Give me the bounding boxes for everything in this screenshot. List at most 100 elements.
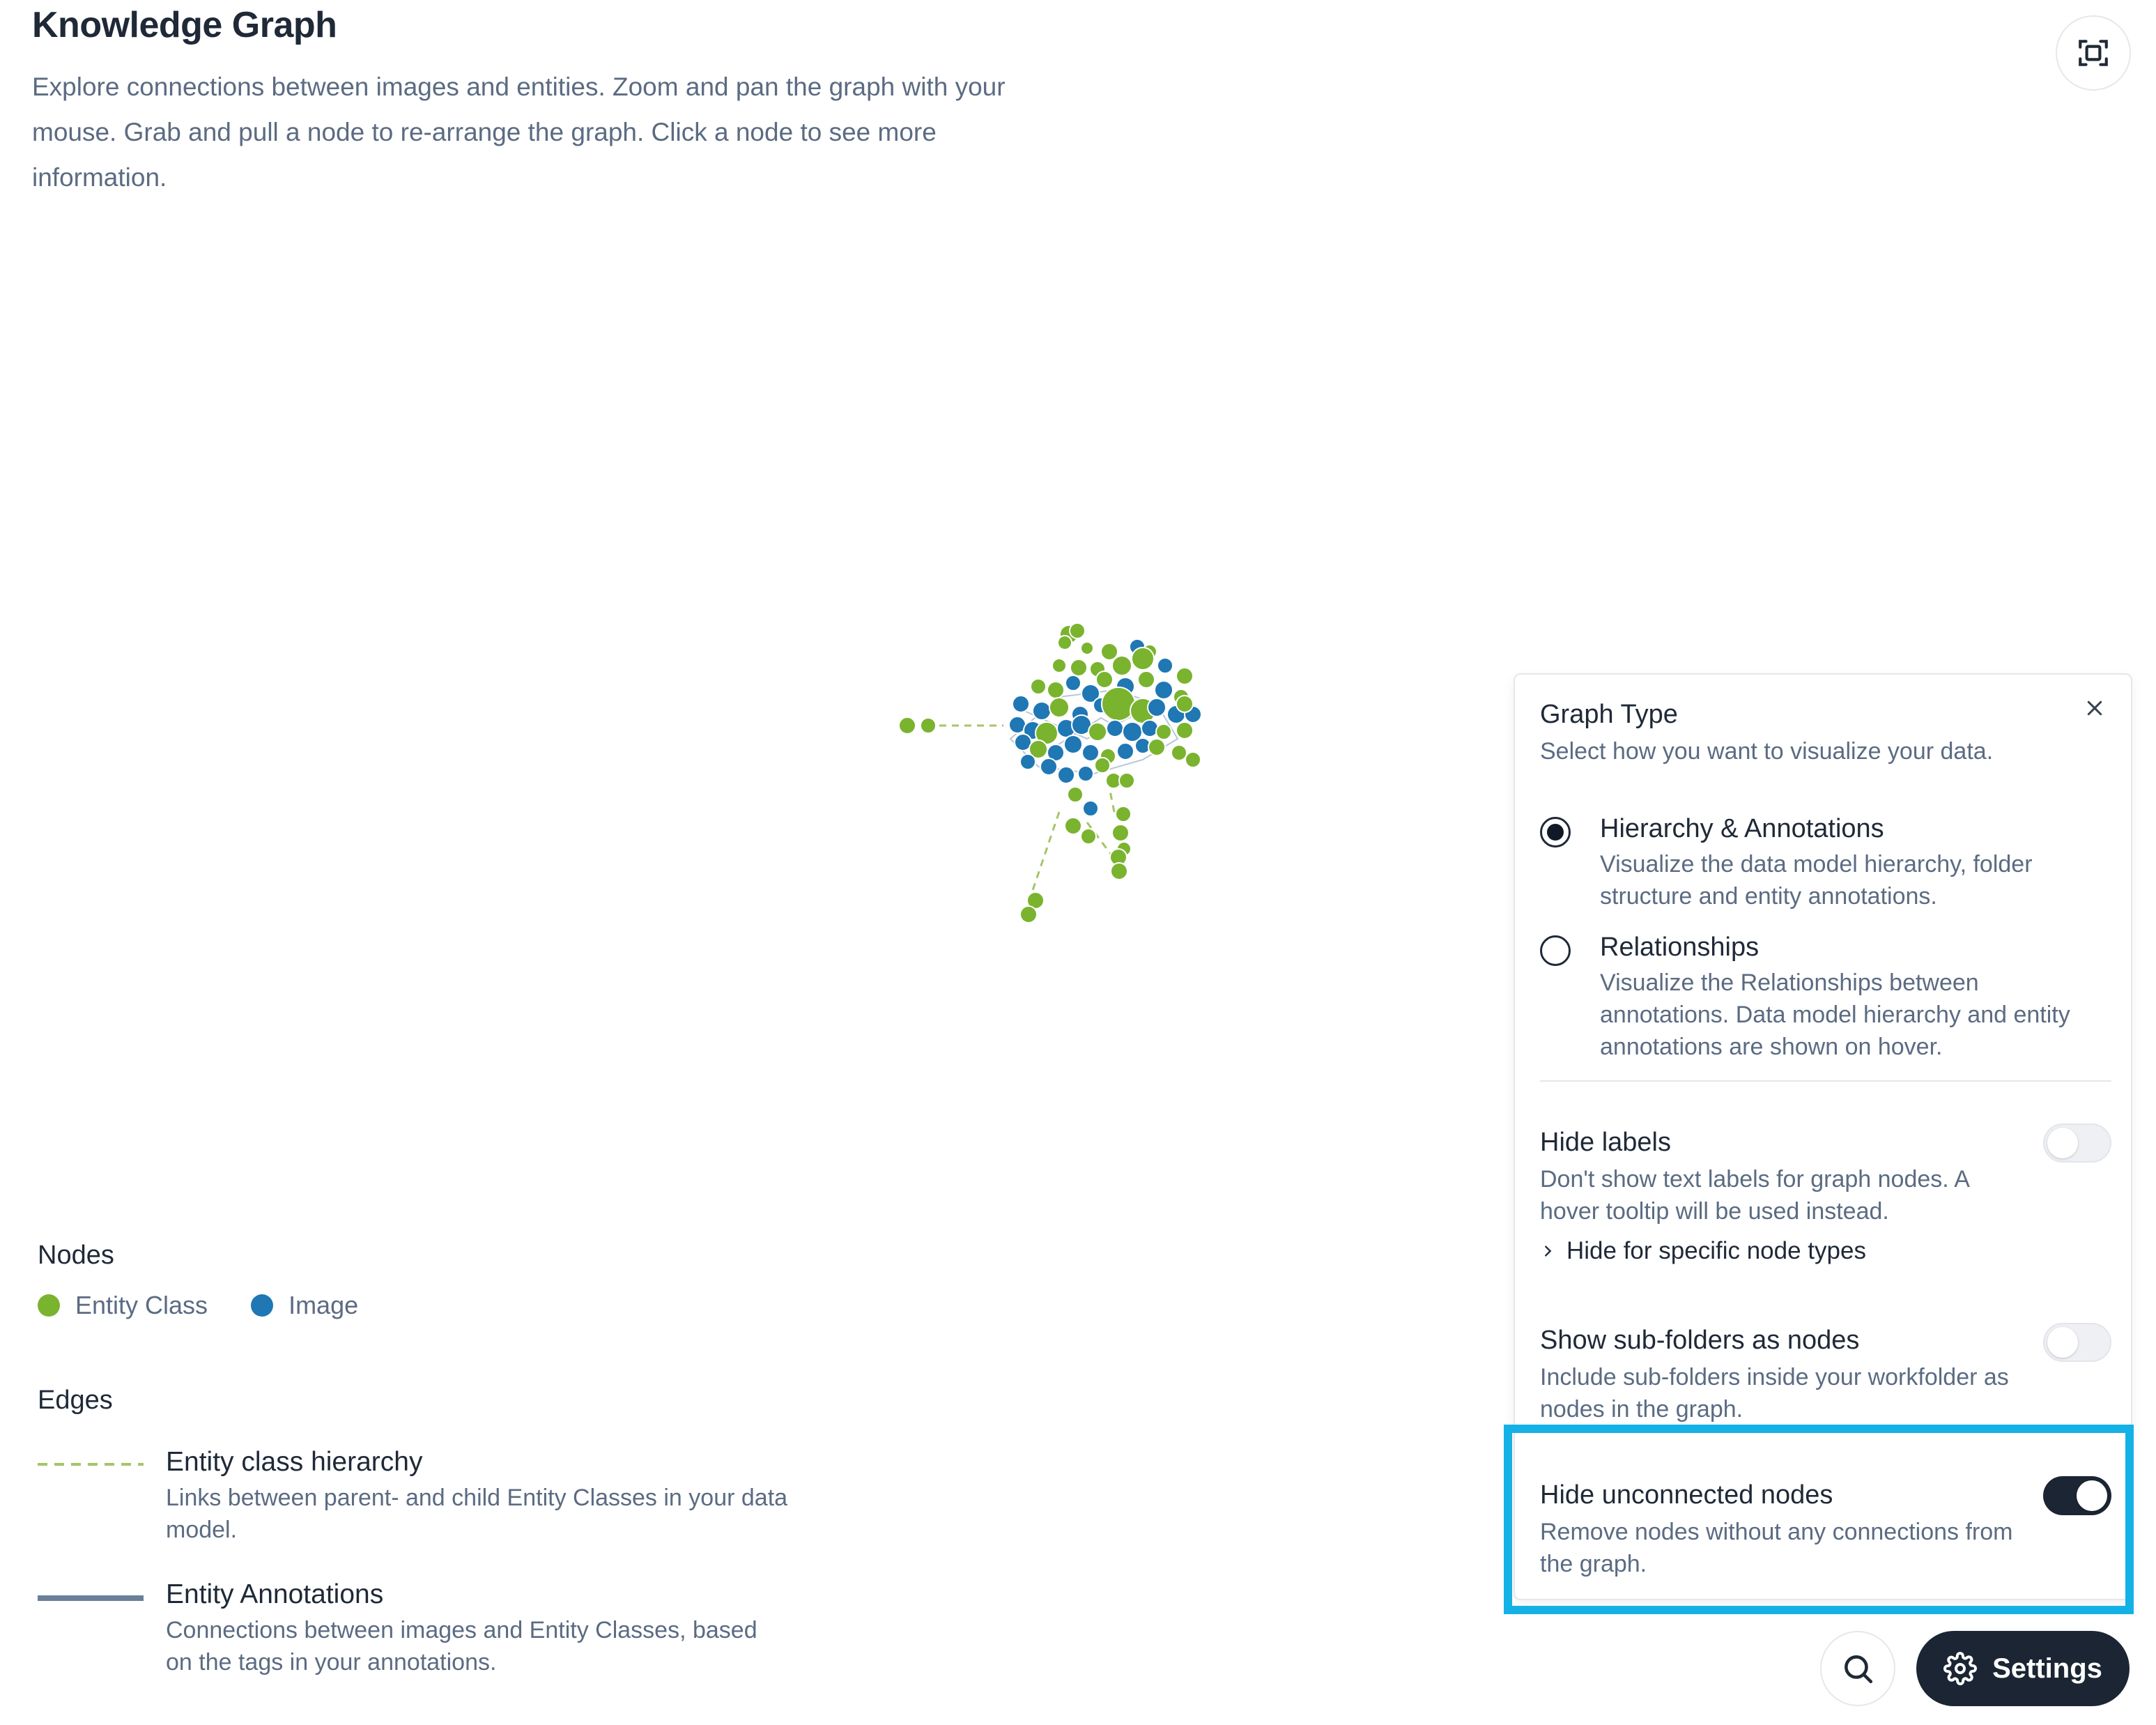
edge-title: Entity class hierarchy (166, 1447, 423, 1477)
show-subfolders-title: Show sub-folders as nodes (1540, 1326, 1860, 1355)
image-node[interactable] (1141, 719, 1159, 737)
entity-class-node[interactable] (1064, 817, 1082, 835)
entity-class-node[interactable] (1171, 744, 1187, 761)
knowledge-graph-canvas[interactable] (864, 599, 1226, 934)
image-node[interactable] (1063, 735, 1083, 754)
entity-class-node[interactable] (1069, 622, 1086, 639)
edge-description: Links between parent- and child Entity C… (166, 1485, 788, 1543)
settings-button[interactable]: Settings (1916, 1631, 2130, 1706)
legend-node-image: Image (251, 1291, 358, 1320)
entity-class-node[interactable] (1052, 658, 1067, 673)
show-subfolders-toggle[interactable] (2043, 1323, 2111, 1362)
entity-class-dot-icon (38, 1294, 60, 1317)
settings-button-label: Settings (1992, 1653, 2102, 1684)
image-node[interactable] (1157, 657, 1173, 674)
entity-class-node[interactable] (1176, 695, 1194, 713)
entity-class-node[interactable] (1088, 722, 1107, 742)
option-title: Relationships (1600, 933, 1760, 962)
radio-selected-dot (1547, 824, 1564, 841)
entity-class-node[interactable] (1030, 678, 1047, 695)
hide-labels-title: Hide labels (1540, 1128, 1671, 1157)
option-description: Visualize the data model hierarchy, fold… (1600, 851, 2033, 910)
legend-nodes-heading: Nodes (38, 1241, 114, 1270)
image-node[interactable] (1116, 742, 1134, 760)
show-subfolders-setting: Show sub-folders as nodes Include sub-fo… (1540, 1323, 2111, 1425)
entity-class-node[interactable] (1080, 641, 1094, 655)
image-node[interactable] (1057, 766, 1075, 784)
solid-line-icon (38, 1595, 144, 1601)
legend-node-label: Entity Class (75, 1291, 208, 1319)
option-description: Visualize the Relationships between anno… (1600, 969, 2070, 1060)
hide-labels-setting: Hide labels Don't show text labels for g… (1540, 1124, 2111, 1265)
entity-class-node[interactable] (1100, 643, 1118, 661)
entity-class-node[interactable] (920, 717, 937, 734)
image-node[interactable] (1012, 695, 1030, 713)
edge-description: Connections between images and Entity Cl… (166, 1617, 757, 1676)
search-button[interactable] (1820, 1631, 1895, 1706)
page-title: Knowledge Graph (32, 5, 337, 45)
image-node[interactable] (1032, 701, 1052, 721)
image-node[interactable] (1077, 765, 1094, 782)
option-title: Hierarchy & Annotations (1600, 814, 1884, 843)
hide-specific-node-types-link[interactable]: Hide for specific node types (1540, 1237, 2028, 1265)
gear-icon (1943, 1652, 1978, 1685)
image-node[interactable] (1154, 680, 1173, 700)
image-node[interactable] (1065, 675, 1081, 691)
hide-labels-description: Don't show text labels for graph nodes. … (1540, 1166, 1969, 1225)
entity-class-node[interactable] (1049, 697, 1070, 718)
entity-class-node[interactable] (1148, 738, 1166, 756)
toggle-knob (2047, 1128, 2078, 1158)
hide-specific-node-types-label: Hide for specific node types (1566, 1237, 1866, 1264)
entity-class-node[interactable] (1080, 828, 1097, 845)
entity-class-node[interactable] (1131, 647, 1155, 670)
radio-button[interactable] (1540, 935, 1571, 966)
image-node[interactable] (1019, 753, 1036, 770)
graph-type-section: Graph Type Select how you want to visual… (1540, 700, 2111, 1060)
chevron-right-icon (1545, 1245, 1552, 1257)
hide-labels-toggle[interactable] (2043, 1124, 2111, 1163)
entity-class-node[interactable] (1118, 772, 1135, 789)
page-description: Explore connections between images and e… (32, 72, 1006, 192)
entity-class-node[interactable] (1101, 687, 1136, 721)
toggle-knob (2047, 1327, 2078, 1358)
image-node[interactable] (1081, 744, 1100, 762)
entity-class-node[interactable] (1155, 723, 1172, 740)
entity-class-node[interactable] (1110, 862, 1128, 880)
search-icon (1845, 1655, 1873, 1684)
image-node[interactable] (1082, 800, 1099, 817)
graph-type-title: Graph Type (1540, 700, 1678, 729)
entity-class-node[interactable] (1095, 670, 1114, 689)
show-subfolders-description: Include sub-folders inside your workfold… (1540, 1364, 2009, 1423)
legend-node-list: Entity Class Image (38, 1291, 401, 1320)
image-dot-icon (251, 1294, 274, 1317)
entity-class-node[interactable] (1176, 721, 1194, 739)
radio-button-selected[interactable] (1540, 817, 1571, 848)
image-node[interactable] (1147, 698, 1166, 717)
entity-class-node[interactable] (1057, 635, 1072, 650)
graph-nodes[interactable] (898, 622, 1202, 923)
entity-class-node[interactable] (1047, 681, 1065, 699)
image-node[interactable] (1040, 758, 1058, 776)
entity-class-node[interactable] (1067, 786, 1084, 803)
image-node[interactable] (1106, 719, 1124, 737)
legend-node-entity-class: Entity Class (38, 1291, 208, 1320)
graph-type-subtitle: Select how you want to visualize your da… (1540, 738, 1994, 765)
dashed-line-icon (38, 1463, 144, 1466)
panel-divider (1540, 1080, 2111, 1082)
entity-class-node[interactable] (1185, 751, 1201, 768)
entity-class-node[interactable] (1115, 806, 1132, 822)
entity-class-node[interactable] (1019, 905, 1038, 923)
edge-title: Entity Annotations (166, 1579, 384, 1609)
fit-view-icon (2079, 40, 2108, 66)
entity-class-node[interactable] (1111, 824, 1130, 842)
entity-class-node[interactable] (1137, 670, 1155, 689)
fit-view-button[interactable] (2056, 15, 2131, 91)
entity-class-node[interactable] (1111, 655, 1132, 676)
entity-class-node[interactable] (898, 716, 916, 735)
entity-class-node[interactable] (1070, 659, 1088, 677)
entity-class-node[interactable] (1176, 667, 1194, 685)
entity-class-node[interactable] (1094, 757, 1111, 774)
graph-legend: Nodes Entity Class Image Edges Entity cl… (38, 1241, 787, 1676)
legend-node-label: Image (288, 1291, 359, 1319)
highlight-box (1504, 1425, 2134, 1614)
